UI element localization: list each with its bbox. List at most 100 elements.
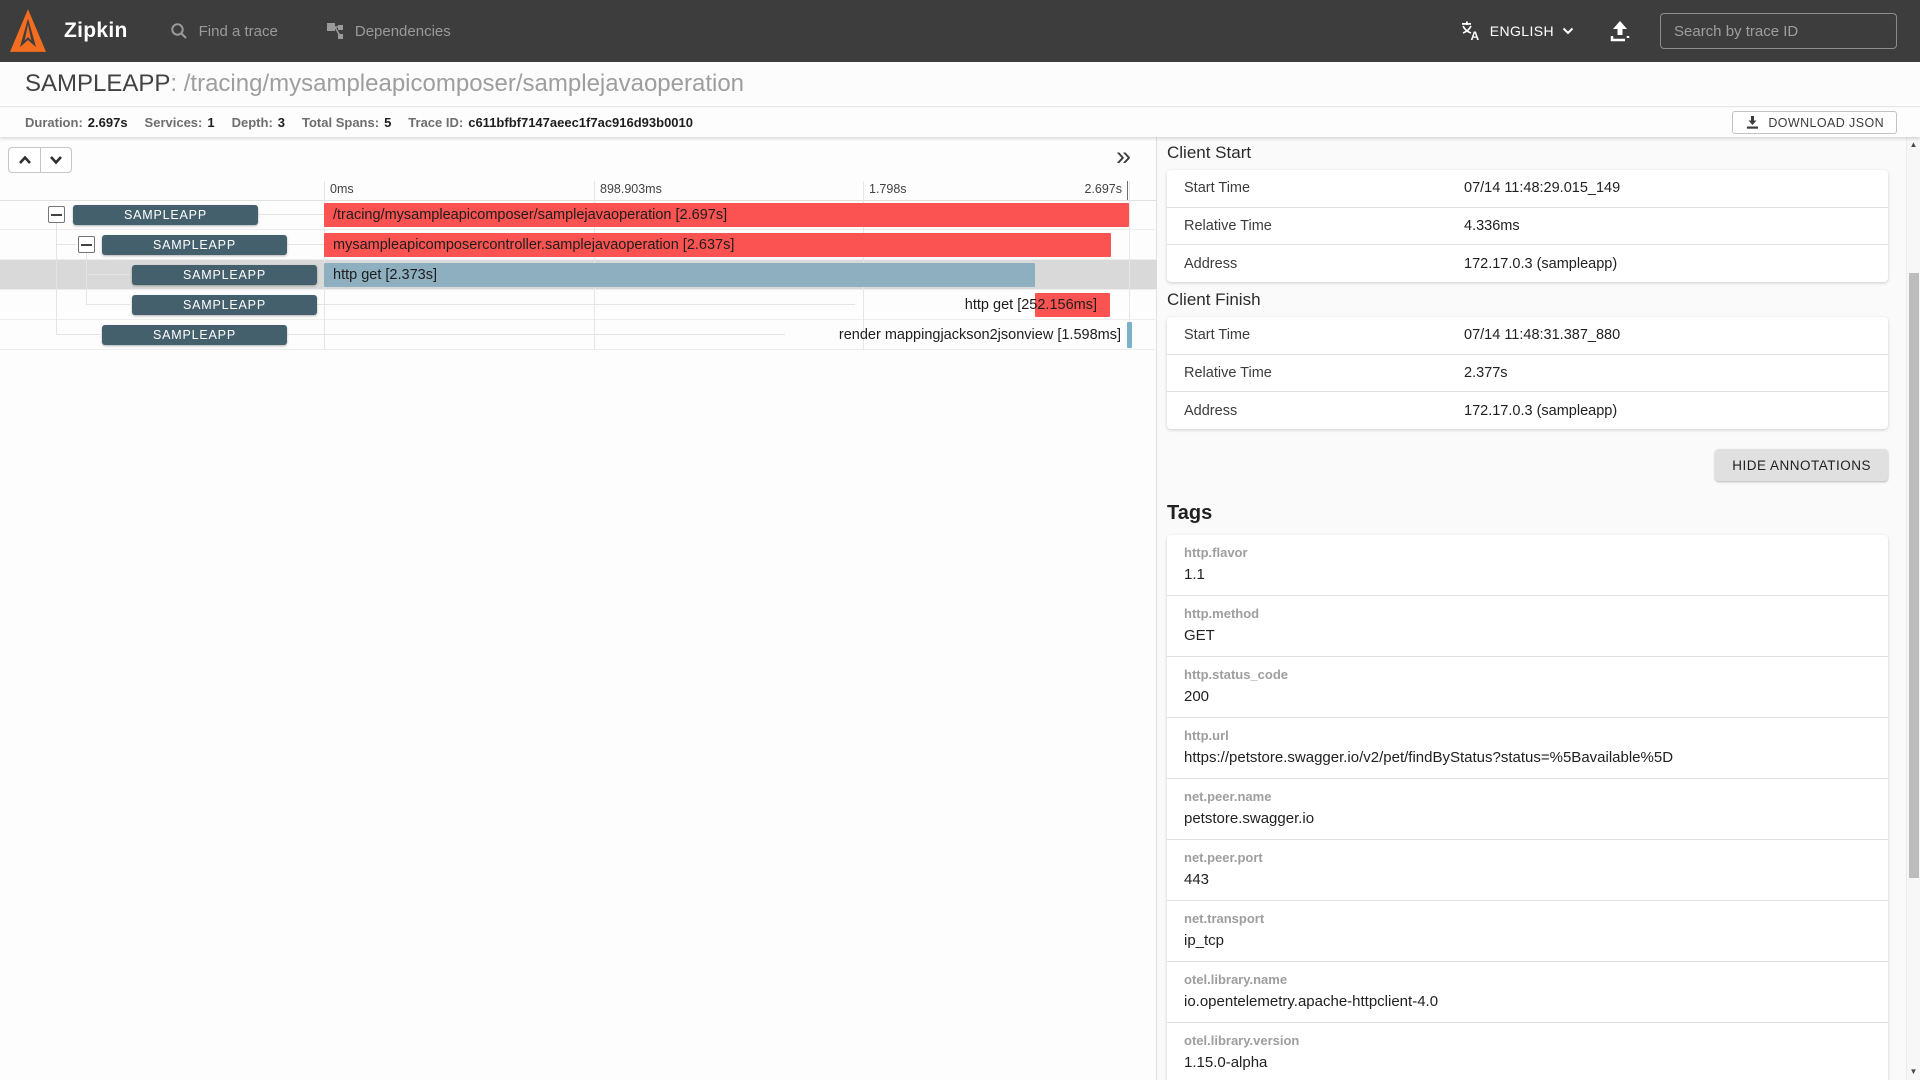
trace-meta-bar: Duration: 2.697s Services: 1 Depth: 3 Total… bbox=[0, 108, 1920, 137]
tag-label: http.url bbox=[1184, 728, 1229, 743]
brand-title[interactable]: Zipkin bbox=[64, 19, 128, 43]
meta-duration: Duration: 2.697s bbox=[25, 115, 128, 130]
scrollbar-up-arrow[interactable]: ▲ bbox=[1907, 137, 1920, 153]
download-icon bbox=[1747, 116, 1759, 129]
collapse-span-button[interactable] bbox=[48, 206, 65, 223]
tag-row: otel.library.version 1.15.0-alpha bbox=[1167, 1023, 1888, 1080]
page-scrollbar[interactable]: ▲ ▼ bbox=[1906, 137, 1920, 1080]
service-badge[interactable]: SAMPLEAPP bbox=[102, 325, 287, 345]
tree-connector bbox=[86, 304, 130, 305]
annotation-label: Address bbox=[1184, 402, 1238, 419]
axis-tick: 2.697s bbox=[1084, 181, 1128, 200]
search-icon bbox=[170, 23, 187, 39]
annotation-label: Address bbox=[1184, 255, 1238, 272]
nav-item-label: Dependencies bbox=[354, 22, 451, 40]
tag-label: http.status_code bbox=[1184, 667, 1289, 682]
upload-icon bbox=[1610, 21, 1630, 42]
nav-item-find-a-trace[interactable]: Find a trace bbox=[170, 22, 278, 40]
span-bar[interactable]: /tracing/mysampleapicomposer/samplejavao… bbox=[324, 203, 1129, 227]
tree-connector bbox=[86, 274, 130, 275]
timeline-panel: » 0ms 898.903ms 1.798s 2.697s SAMPLEAPP … bbox=[0, 137, 1157, 1080]
service-badge[interactable]: SAMPLEAPP bbox=[132, 265, 317, 285]
tag-label: net.peer.name bbox=[1184, 789, 1272, 804]
next-span-button[interactable] bbox=[40, 147, 72, 173]
annotation-value: 172.17.0.3 (sampleapp) bbox=[1464, 255, 1618, 272]
span-label: render mappingjackson2jsonview [1.598ms] bbox=[838, 327, 1121, 343]
annotation-card: Start Time 07/14 11:48:29.015_149 Relati… bbox=[1167, 170, 1888, 282]
tag-label: net.peer.port bbox=[1184, 850, 1263, 865]
tag-row: net.transport ip_tcp bbox=[1167, 901, 1888, 962]
tag-value: 443 bbox=[1184, 871, 1210, 888]
service-badge[interactable]: SAMPLEAPP bbox=[102, 235, 287, 255]
annotation-label: Relative Time bbox=[1184, 365, 1272, 381]
meta-depth: Depth: 3 bbox=[231, 115, 286, 130]
tag-label: net.transport bbox=[1184, 911, 1265, 926]
svg-text:A: A bbox=[1470, 29, 1479, 42]
tag-label: http.flavor bbox=[1184, 545, 1248, 560]
hide-annotations-button[interactable]: HIDE ANNOTATIONS bbox=[1715, 449, 1888, 481]
service-badge[interactable]: SAMPLEAPP bbox=[132, 295, 317, 315]
annotation-value: 4.336ms bbox=[1464, 218, 1520, 234]
span-bar[interactable]: mysampleapicomposercontroller.samplejava… bbox=[324, 233, 1111, 257]
tag-row: net.peer.port 443 bbox=[1167, 840, 1888, 901]
annotation-card: Start Time 07/14 11:48:31.387_880 Relati… bbox=[1167, 317, 1888, 429]
navbar: Zipkin Find a trace Dependencies A ENGLI… bbox=[0, 0, 1920, 62]
annotation-value: 07/14 11:48:29.015_149 bbox=[1464, 180, 1621, 197]
span-bar[interactable] bbox=[1127, 322, 1132, 348]
service-badge[interactable]: SAMPLEAPP bbox=[73, 205, 258, 225]
tag-value: 1.15.0-alpha bbox=[1184, 1054, 1268, 1071]
annotation-label: Start Time bbox=[1184, 180, 1251, 197]
annotation-row: Start Time 07/14 11:48:31.387_880 bbox=[1167, 317, 1888, 355]
tag-value: https://petstore.swagger.io/v2/pet/findB… bbox=[1184, 749, 1674, 766]
tag-row: http.url https://petstore.swagger.io/v2/… bbox=[1167, 718, 1888, 779]
annotation-value: 172.17.0.3 (sampleapp) bbox=[1464, 402, 1618, 419]
scrollbar-down-arrow[interactable]: ▼ bbox=[1907, 1064, 1920, 1080]
tag-label: otel.library.version bbox=[1184, 1033, 1300, 1048]
chevron-down-icon bbox=[1562, 27, 1574, 35]
trace-operation: : /tracing/mysampleapicomposer/samplejav… bbox=[170, 70, 745, 97]
trace-service-name: SAMPLEAPP bbox=[25, 70, 171, 97]
language-label: ENGLISH bbox=[1489, 23, 1554, 39]
tree-connector bbox=[56, 334, 100, 335]
scrollbar-thumb[interactable] bbox=[1908, 273, 1919, 878]
tag-value: 1.1 bbox=[1184, 566, 1205, 583]
row-connector bbox=[287, 244, 324, 245]
tag-value: petstore.swagger.io bbox=[1184, 810, 1315, 827]
annotation-row: Address 172.17.0.3 (sampleapp) bbox=[1167, 245, 1888, 282]
meta-services: Services: 1 bbox=[144, 115, 215, 130]
tree-connector bbox=[56, 244, 76, 245]
prev-span-button[interactable] bbox=[8, 147, 40, 173]
span-bar[interactable]: http get [2.373s] bbox=[324, 263, 1035, 287]
trace-id-search-input[interactable] bbox=[1660, 13, 1897, 49]
tag-row: http.status_code 200 bbox=[1167, 657, 1888, 718]
tag-label: otel.library.name bbox=[1184, 972, 1288, 987]
tag-value: io.opentelemetry.apache-httpclient-4.0 bbox=[1184, 993, 1439, 1010]
annotation-row: Address 172.17.0.3 (sampleapp) bbox=[1167, 392, 1888, 429]
nav-item-label: Find a trace bbox=[198, 22, 278, 40]
chevron-double-right-icon: » bbox=[1116, 141, 1132, 171]
axis-tick: 898.903ms bbox=[594, 181, 662, 200]
annotation-section-title: Client Start bbox=[1167, 143, 1252, 162]
trace-title-bar: SAMPLEAPP: /tracing/mysampleapicomposer/… bbox=[0, 62, 1920, 107]
span-label: http get [252.156ms] bbox=[964, 297, 1097, 313]
upload-trace-button[interactable] bbox=[1608, 19, 1632, 43]
meta-trace-id: Trace ID: c611bfbf7147aeec1f7ac916d93b001… bbox=[408, 115, 694, 130]
row-connector bbox=[258, 214, 324, 215]
tag-row: http.method GET bbox=[1167, 596, 1888, 657]
tag-row: http.flavor 1.1 bbox=[1167, 535, 1888, 596]
nav-item-dependencies[interactable]: Dependencies bbox=[326, 22, 451, 40]
span-navigation-buttons bbox=[8, 147, 72, 173]
tag-label: http.method bbox=[1184, 606, 1260, 621]
meta-total-spans: Total Spans: 5 bbox=[302, 115, 392, 130]
zipkin-logo[interactable] bbox=[9, 8, 47, 54]
span-details-panel: Client Start Start Time 07/14 11:48:29.0… bbox=[1158, 137, 1906, 1080]
chevron-down-icon bbox=[50, 156, 62, 165]
tag-value: GET bbox=[1184, 627, 1215, 644]
collapse-span-button[interactable] bbox=[78, 236, 95, 253]
language-selector[interactable]: A ENGLISH bbox=[1460, 20, 1574, 42]
download-json-button[interactable]: DOWNLOAD JSON bbox=[1732, 111, 1897, 134]
tags-section-title: Tags bbox=[1167, 502, 1213, 524]
annotation-label: Relative Time bbox=[1184, 218, 1272, 234]
annotation-row: Relative Time 4.336ms bbox=[1167, 208, 1888, 246]
collapse-minimap-button[interactable]: » bbox=[1116, 143, 1131, 170]
